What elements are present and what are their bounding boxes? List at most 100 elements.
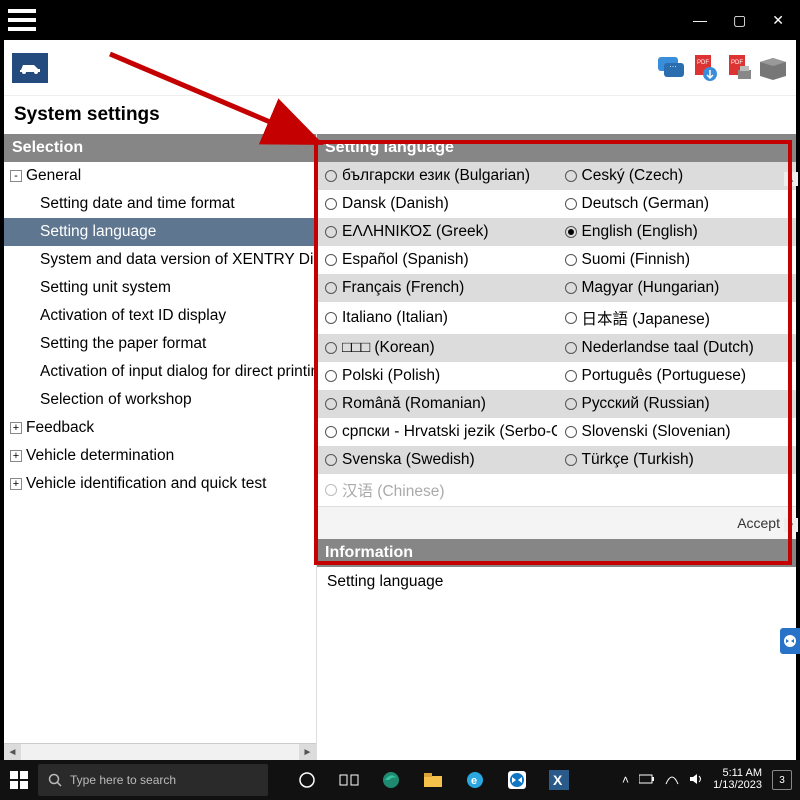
- language-option: [557, 474, 797, 506]
- tray-volume-icon[interactable]: [689, 773, 703, 788]
- expand-toggle[interactable]: +: [10, 422, 22, 434]
- language-option[interactable]: Español (Spanish): [317, 246, 557, 274]
- radio-icon[interactable]: [565, 198, 577, 210]
- tree-scrollbar-h[interactable]: ◄►: [4, 743, 316, 760]
- search-placeholder: Type here to search: [70, 773, 176, 787]
- language-option[interactable]: Dansk (Danish): [317, 190, 557, 218]
- language-option[interactable]: Română (Romanian): [317, 390, 557, 418]
- radio-icon[interactable]: [325, 254, 337, 266]
- tree-item[interactable]: System and data version of XENTRY Dia: [4, 246, 316, 274]
- cortana-icon[interactable]: [288, 760, 326, 800]
- radio-icon[interactable]: [325, 426, 337, 438]
- collapse-toggle[interactable]: -: [10, 170, 22, 182]
- language-option[interactable]: Русский (Russian): [557, 390, 797, 418]
- radio-icon[interactable]: [325, 198, 337, 210]
- vehicle-icon[interactable]: [12, 53, 48, 83]
- language-option[interactable]: Polski (Polish): [317, 362, 557, 390]
- tree-item[interactable]: +Vehicle determination: [4, 442, 316, 470]
- expand-toggle[interactable]: +: [10, 478, 22, 490]
- radio-icon[interactable]: [565, 226, 577, 238]
- language-option[interactable]: Nederlandse taal (Dutch): [557, 334, 797, 362]
- window-maximize[interactable]: ▢: [733, 12, 746, 29]
- radio-icon[interactable]: [565, 254, 577, 266]
- tree-item[interactable]: Selection of workshop: [4, 386, 316, 414]
- radio-icon[interactable]: [565, 342, 577, 354]
- book-icon[interactable]: [758, 53, 788, 83]
- language-option[interactable]: Português (Portuguese): [557, 362, 797, 390]
- radio-icon[interactable]: [565, 398, 577, 410]
- selection-header: Selection: [4, 134, 316, 162]
- ie-icon[interactable]: e: [456, 760, 494, 800]
- language-option[interactable]: 日本語 (Japanese): [557, 302, 797, 334]
- tree-item[interactable]: Setting the paper format: [4, 330, 316, 358]
- information-header: Information: [317, 539, 796, 567]
- svg-text:X: X: [553, 772, 563, 788]
- radio-icon[interactable]: [325, 282, 337, 294]
- radio-icon[interactable]: [565, 454, 577, 466]
- radio-icon[interactable]: [325, 484, 337, 496]
- language-option[interactable]: српски - Hrvatski jezik (Serbo-C...: [317, 418, 557, 446]
- radio-icon[interactable]: [325, 342, 337, 354]
- taskbar-search[interactable]: Type here to search: [38, 764, 268, 796]
- taskbar-clock[interactable]: 5:11 AM 1/13/2023: [713, 768, 762, 791]
- tree-item[interactable]: Setting date and time format: [4, 190, 316, 218]
- notification-center-icon[interactable]: 3: [772, 770, 792, 790]
- pdf-export-icon[interactable]: PDF: [690, 53, 720, 83]
- information-body: Setting language: [317, 567, 796, 760]
- xentry-icon[interactable]: X: [540, 760, 578, 800]
- tree-item[interactable]: Activation of text ID display: [4, 302, 316, 330]
- radio-icon[interactable]: [565, 312, 577, 324]
- teamviewer-icon[interactable]: [498, 760, 536, 800]
- radio-icon[interactable]: [325, 370, 337, 382]
- radio-icon[interactable]: [325, 170, 337, 182]
- language-option[interactable]: Svenska (Swedish): [317, 446, 557, 474]
- tree-item[interactable]: Activation of input dialog for direct pr…: [4, 358, 316, 386]
- language-option[interactable]: Italiano (Italian): [317, 302, 557, 334]
- language-option[interactable]: English (English): [557, 218, 797, 246]
- pdf-print-icon[interactable]: PDF: [724, 53, 754, 83]
- tree-item[interactable]: Setting language: [4, 218, 316, 246]
- expand-toggle[interactable]: +: [10, 450, 22, 462]
- language-option[interactable]: Slovenski (Slovenian): [557, 418, 797, 446]
- window-close[interactable]: ✕: [772, 12, 784, 29]
- language-option[interactable]: Türkçe (Turkish): [557, 446, 797, 474]
- language-option[interactable]: Suomi (Finnish): [557, 246, 797, 274]
- explorer-icon[interactable]: [414, 760, 452, 800]
- radio-icon[interactable]: [565, 170, 577, 182]
- chat-icon[interactable]: …: [656, 53, 686, 83]
- language-option[interactable]: Deutsch (German): [557, 190, 797, 218]
- radio-icon[interactable]: [565, 426, 577, 438]
- window-minimize[interactable]: —: [693, 12, 707, 28]
- language-option[interactable]: □□□ (Korean): [317, 334, 557, 362]
- tree-item[interactable]: Setting unit system: [4, 274, 316, 302]
- accept-button[interactable]: Accept: [731, 513, 786, 533]
- hamburger-menu[interactable]: [8, 9, 36, 31]
- start-button[interactable]: [0, 760, 38, 800]
- tray-expand-icon[interactable]: ˄: [622, 773, 629, 787]
- tree-item[interactable]: +Feedback: [4, 414, 316, 442]
- language-option[interactable]: Ceský (Czech): [557, 162, 797, 190]
- page-title: System settings: [4, 96, 796, 134]
- tray-network-icon[interactable]: [665, 773, 679, 788]
- radio-icon[interactable]: [325, 398, 337, 410]
- radio-icon[interactable]: [565, 282, 577, 294]
- radio-icon[interactable]: [325, 312, 337, 324]
- task-view-icon[interactable]: [330, 760, 368, 800]
- language-option[interactable]: Français (French): [317, 274, 557, 302]
- windows-taskbar: Type here to search e X ˄ 5:11 AM 1/13/2…: [0, 760, 800, 800]
- language-option[interactable]: 汉语 (Chinese): [317, 474, 557, 506]
- teamviewer-side-tab[interactable]: [780, 628, 800, 654]
- tray-battery-icon[interactable]: [639, 773, 655, 787]
- radio-icon[interactable]: [565, 370, 577, 382]
- edge-icon[interactable]: [372, 760, 410, 800]
- radio-icon[interactable]: [325, 454, 337, 466]
- language-option[interactable]: български език (Bulgarian): [317, 162, 557, 190]
- radio-icon[interactable]: [325, 226, 337, 238]
- tree-item[interactable]: -General: [4, 162, 316, 190]
- language-option[interactable]: Magyar (Hungarian): [557, 274, 797, 302]
- tree-item[interactable]: +Vehicle identification and quick test: [4, 470, 316, 498]
- language-scrollbar-v[interactable]: ▴ ▾: [784, 172, 798, 532]
- svg-text:e: e: [471, 775, 477, 787]
- settings-tree: -GeneralSetting date and time formatSett…: [4, 162, 316, 743]
- language-option[interactable]: ΕΛΛΗΝΙΚΌΣ (Greek): [317, 218, 557, 246]
